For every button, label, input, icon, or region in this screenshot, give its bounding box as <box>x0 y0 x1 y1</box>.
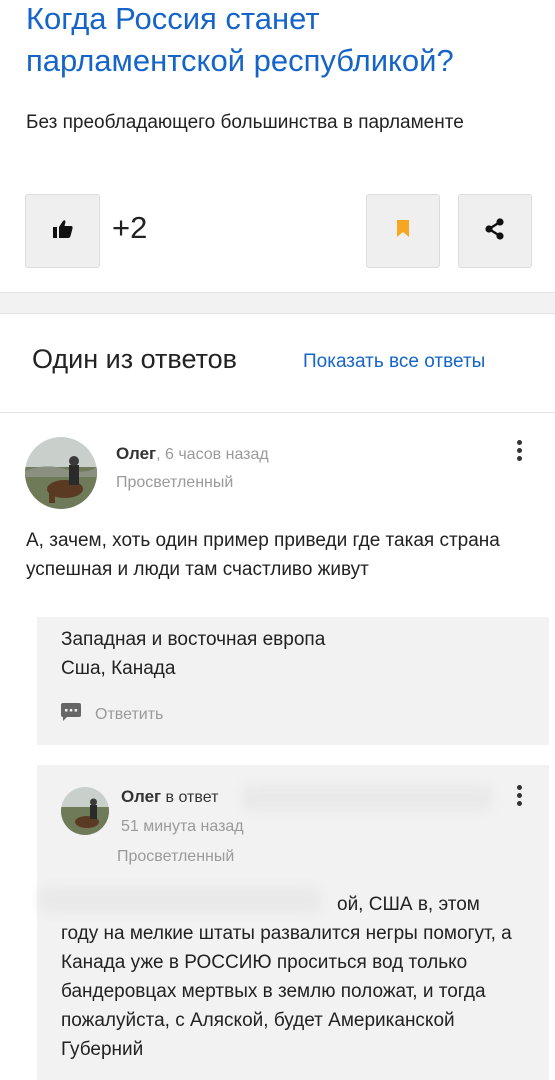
answers-section-title: Один из ответов <box>32 344 237 374</box>
share-button[interactable] <box>458 194 532 268</box>
answer-meta: Олег, 6 часов назад <box>116 444 269 464</box>
reply-author[interactable]: Олег <box>121 787 161 806</box>
question-subtitle: Без преобладающего большинства в парламе… <box>26 112 464 133</box>
comment-card-reply: Олег в ответ 51 минута назад Просветленн… <box>37 765 549 1080</box>
likes-count: +2 <box>112 210 148 245</box>
bookmark-button[interactable] <box>366 194 440 268</box>
question-title: Когда Россия станет парламентской респуб… <box>26 1 454 78</box>
redacted-region <box>242 785 492 811</box>
divider <box>0 412 555 413</box>
reply-button[interactable]: Ответить <box>61 703 163 726</box>
answer-rank: Просветленный <box>116 474 234 491</box>
comment-text-line2: Сша, Канада <box>61 658 176 679</box>
comment-icon <box>61 703 81 726</box>
like-button[interactable] <box>25 194 100 268</box>
reply-text: году на мелкие штаты развалится негры по… <box>61 923 512 1060</box>
share-icon <box>484 217 506 245</box>
comment-text-line1: Западная и восточная европа <box>61 629 326 650</box>
reply-rank: Просветленный <box>117 848 235 865</box>
avatar[interactable] <box>61 787 109 835</box>
reply-meta: Олег в ответ <box>121 787 218 807</box>
avatar[interactable] <box>25 437 97 509</box>
reply-to-label: в ответ <box>161 789 219 806</box>
reply-time: 51 минута назад <box>121 818 244 835</box>
redacted-region <box>39 887 321 913</box>
show-all-answers-link[interactable]: Показать все ответы <box>303 351 485 373</box>
answer-author[interactable]: Олег <box>116 444 156 463</box>
comments-gap <box>0 598 555 618</box>
reply-text-start: ой, США в, этом <box>337 894 480 915</box>
section-divider <box>0 292 555 314</box>
answer-time: , 6 часов назад <box>156 446 269 463</box>
thumbs-up-icon <box>52 219 74 244</box>
answer-text: А, зачем, хоть один пример приведи где т… <box>26 530 500 580</box>
bookmark-icon <box>397 220 409 242</box>
more-menu-icon[interactable] <box>516 785 522 806</box>
more-menu-icon[interactable] <box>516 440 522 461</box>
comment-card: Западная и восточная европа Сша, Канада … <box>37 617 549 745</box>
reply-label: Ответить <box>95 705 164 723</box>
